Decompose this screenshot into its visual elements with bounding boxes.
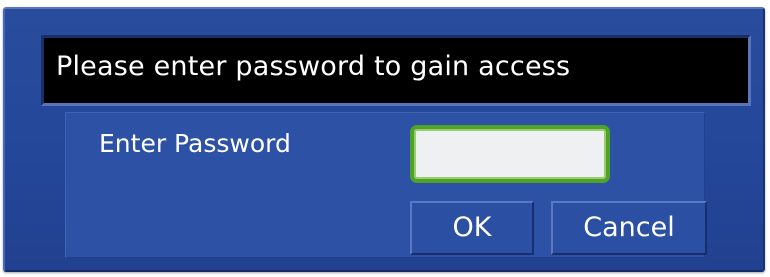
message-bar: Please enter password to gain access — [41, 35, 751, 106]
dialog-message: Please enter password to gain access — [56, 51, 571, 82]
password-label: Enter Password — [99, 129, 291, 158]
password-panel: Enter Password OK Cancel — [65, 112, 707, 258]
password-dialog: Please enter password to gain access Ent… — [3, 7, 765, 272]
screen: Please enter password to gain access Ent… — [0, 0, 770, 277]
ok-button[interactable]: OK — [410, 201, 534, 255]
cancel-button[interactable]: Cancel — [551, 201, 707, 255]
password-input[interactable] — [410, 125, 610, 183]
